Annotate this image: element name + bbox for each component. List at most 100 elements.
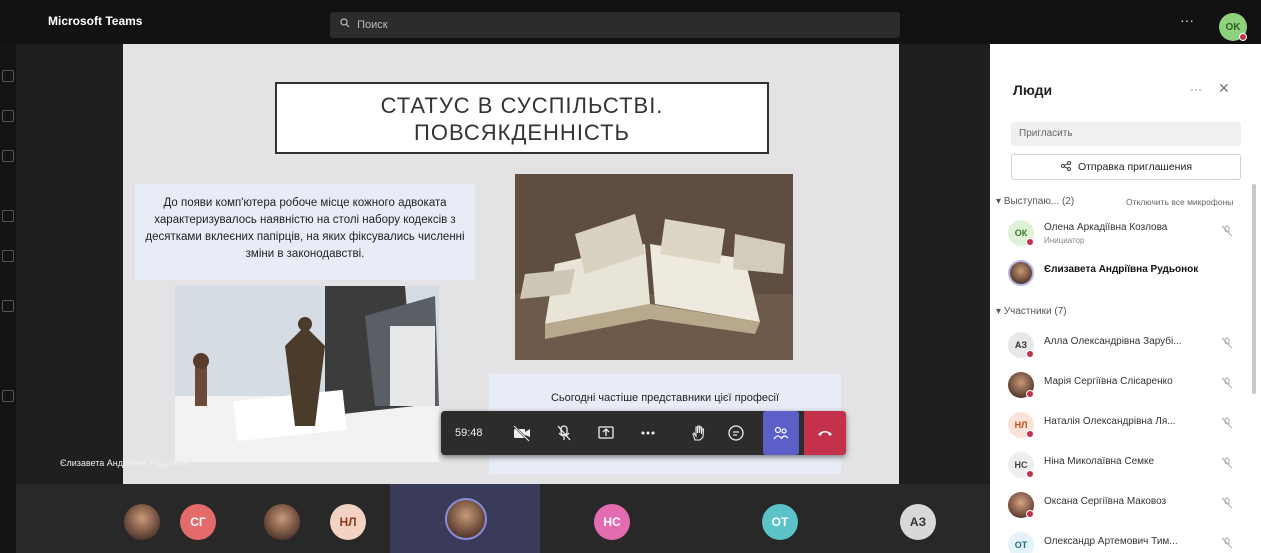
- participant-tile[interactable]: [16, 484, 160, 553]
- avatar-initials: НС: [1014, 460, 1028, 470]
- participant-role: Инициатор: [1044, 236, 1085, 245]
- chat-icon[interactable]: [2, 110, 14, 122]
- participants-section-header[interactable]: ▾ Участники (7): [996, 306, 1067, 317]
- presenter-name-label: Єлизавета Андріївна Рудьонок: [60, 458, 189, 468]
- share-screen-button[interactable]: [591, 419, 621, 447]
- participant-row[interactable]: ОТ Олександр Артемович Тим...: [1004, 528, 1254, 553]
- status-busy-icon: [1239, 33, 1247, 41]
- more-actions-button[interactable]: [633, 419, 663, 447]
- raise-hand-button[interactable]: [683, 419, 713, 447]
- presenters-section-header[interactable]: ▾ Выступаю... (2) Отключить все микрофон…: [996, 196, 1233, 207]
- activity-icon[interactable]: [2, 70, 14, 82]
- chevron-down-icon: ▾: [996, 306, 1002, 317]
- participant-row[interactable]: НС Ніна Миколаївна Семке: [1004, 448, 1254, 480]
- panel-title: Люди: [1013, 82, 1053, 98]
- mute-all-link[interactable]: Отключить все микрофоны: [1126, 197, 1233, 207]
- presenters-label: Выступаю... (2): [1003, 196, 1075, 207]
- files-icon[interactable]: [2, 300, 14, 312]
- participant-tile[interactable]: НС: [590, 484, 650, 553]
- participant-avatar: [1008, 492, 1034, 518]
- slide-title: СТАТУС В СУСПІЛЬСТВІ. ПОВСЯКДЕННІСТЬ: [275, 82, 769, 154]
- lawyer-photo: [175, 286, 439, 462]
- participant-name: Єлизавета Андріївна Рудьонок: [1044, 264, 1199, 275]
- participant-avatar: НС: [594, 504, 630, 540]
- camera-off-icon: [513, 425, 530, 442]
- status-busy-icon: [1026, 510, 1034, 518]
- participant-avatar: [264, 504, 300, 540]
- participant-avatar: [445, 498, 487, 540]
- profile-avatar[interactable]: OK: [1219, 13, 1247, 41]
- participant-avatar: ОТ: [1008, 532, 1034, 553]
- search-placeholder: Поиск: [357, 19, 388, 31]
- share-invite-label: Отправка приглашения: [1077, 161, 1193, 173]
- search-box[interactable]: Поиск: [330, 12, 900, 38]
- participant-tile[interactable]: [246, 484, 306, 553]
- more-options-icon[interactable]: ···: [1180, 12, 1194, 28]
- participant-row[interactable]: НЛ Наталія Олександрівна Ля...: [1004, 408, 1254, 440]
- participant-name: Наталія Олександрівна Ля...: [1044, 416, 1176, 427]
- apps-icon[interactable]: [2, 390, 14, 402]
- mic-off-icon: [1220, 416, 1234, 430]
- participant-name: Алла Олександрівна Зарубі...: [1044, 336, 1182, 347]
- call-controls-bar: 59:48: [441, 411, 846, 455]
- books-photo: [515, 174, 793, 360]
- calls-icon[interactable]: [2, 250, 14, 262]
- participant-name: Ніна Миколаївна Семке: [1044, 456, 1155, 467]
- leave-call-button[interactable]: [804, 411, 846, 455]
- mic-muted-button[interactable]: [549, 419, 579, 447]
- invite-placeholder: Пригласить: [1019, 128, 1073, 139]
- participant-row[interactable]: ОК Олена Аркадіївна Козлова Инициатор: [1004, 216, 1254, 248]
- avatar-initials: АЗ: [1014, 340, 1028, 350]
- chat-bubble-icon: [728, 425, 744, 441]
- mic-off-icon: [1220, 536, 1234, 550]
- panel-scrollbar[interactable]: [1252, 184, 1256, 394]
- panel-more-icon[interactable]: ···: [1190, 82, 1202, 96]
- mic-off-icon: [1220, 224, 1234, 238]
- share-icon: [1060, 160, 1072, 175]
- participant-name: Оксана Сергіївна Маковоз: [1044, 496, 1167, 507]
- close-icon[interactable]: ✕: [1218, 80, 1230, 97]
- status-busy-icon: [1026, 238, 1034, 246]
- participant-row[interactable]: Марія Сергіївна Слісаренко: [1004, 368, 1254, 400]
- more-dots-icon: [641, 431, 655, 435]
- invite-input[interactable]: Пригласить: [1011, 122, 1241, 146]
- share-tray-icon: [598, 426, 614, 439]
- teams-icon[interactable]: [2, 150, 14, 162]
- teams-window: Microsoft Teams Поиск ··· OK СТАТУС В СУ…: [0, 0, 1261, 553]
- participant-row[interactable]: Єлизавета Андріївна Рудьонок: [1004, 256, 1254, 288]
- mic-off-icon: [1220, 336, 1234, 350]
- avatar-initials: ОТ: [1014, 540, 1028, 550]
- participant-avatar: ОК: [1008, 220, 1034, 246]
- participant-avatar: [1008, 372, 1034, 398]
- avatar-initials: НЛ: [1014, 420, 1028, 430]
- profile-initials: OK: [1225, 21, 1241, 33]
- participant-tile[interactable]: НЛ: [326, 484, 386, 553]
- participant-avatar: [124, 504, 160, 540]
- hand-icon: [692, 425, 705, 441]
- title-bar: Microsoft Teams Поиск ··· OK: [0, 0, 1261, 44]
- mic-off-icon: [557, 425, 571, 441]
- avatar-initials: ОК: [1014, 228, 1028, 238]
- chevron-down-icon: ▾: [996, 196, 1002, 207]
- people-icon: [773, 426, 789, 440]
- chat-button[interactable]: [721, 419, 751, 447]
- participant-tile[interactable]: СГ: [176, 484, 226, 553]
- participant-avatar: [1008, 260, 1034, 286]
- participant-tile-active[interactable]: [390, 484, 540, 553]
- participant-avatar: АЗ: [900, 504, 936, 540]
- participant-row[interactable]: Оксана Сергіївна Маковоз: [1004, 488, 1254, 520]
- participant-avatar: НЛ: [1008, 412, 1034, 438]
- camera-off-button[interactable]: [507, 419, 537, 447]
- participant-avatar: ОТ: [762, 504, 798, 540]
- participant-tile[interactable]: ОТ: [758, 484, 818, 553]
- status-busy-icon: [1026, 390, 1034, 398]
- call-timer: 59:48: [455, 427, 483, 439]
- participants-label: Участники (7): [1003, 306, 1067, 317]
- participant-row[interactable]: АЗ Алла Олександрівна Зарубі...: [1004, 328, 1254, 360]
- share-invite-button[interactable]: Отправка приглашения: [1011, 154, 1241, 180]
- show-participants-button[interactable]: [763, 411, 799, 455]
- participant-tile[interactable]: АЗ: [896, 484, 956, 553]
- calendar-icon[interactable]: [2, 210, 14, 222]
- participant-avatar: АЗ: [1008, 332, 1034, 358]
- status-busy-icon: [1026, 470, 1034, 478]
